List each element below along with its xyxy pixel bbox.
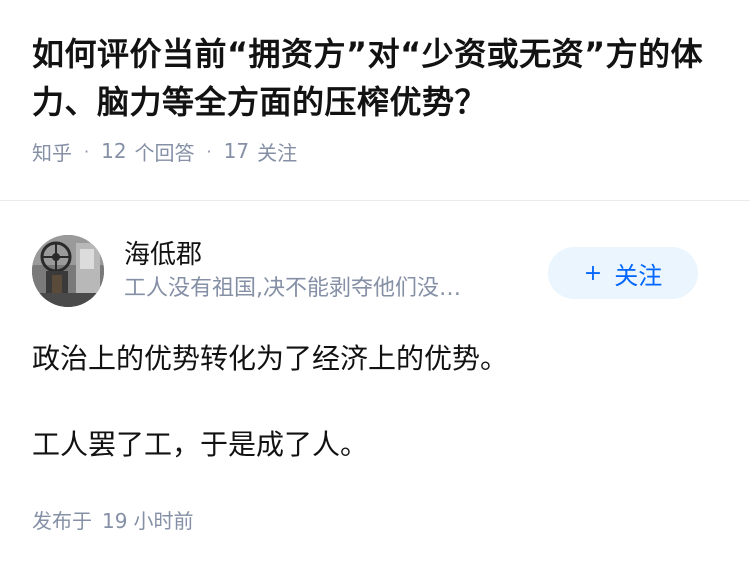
plus-icon: +: [583, 260, 603, 286]
followers-count: 17: [223, 139, 250, 163]
publish-unit: 小时前: [133, 509, 194, 533]
publish-number: 19: [102, 509, 128, 533]
follow-button[interactable]: + 关注: [548, 247, 698, 299]
meta-separator-dot: ·: [206, 141, 212, 161]
answer-paragraph: 工人罢了工，于是成了人。: [32, 428, 369, 461]
followers-label: 关注: [257, 140, 298, 165]
meta-separator-dot: ·: [84, 141, 90, 161]
section-divider: [0, 200, 750, 201]
author-info: 海低郡 工人没有祖国,决不能剥夺他们没…: [124, 237, 524, 305]
answers-label[interactable]: 个回答: [135, 137, 195, 166]
question-title[interactable]: 如何评价当前“拥资方”对“少资或无资”方的体力、脑力等全方面的压榨优势？: [32, 30, 718, 126]
question-header: 如何评价当前“拥资方”对“少资或无资”方的体力、脑力等全方面的压榨优势？ 知乎 …: [0, 0, 750, 170]
publish-time: 发布于 19 小时前: [32, 506, 193, 536]
question-meta: 知乎 · 12 个回答 · 17 关注: [32, 136, 718, 166]
answer-paragraph: 政治上的优势转化为了经济上的优势。: [32, 342, 509, 375]
follow-button-label: 关注: [614, 261, 663, 290]
answer-content[interactable]: 政治上的优势转化为了经济上的优势。 工人罢了工，于是成了人。: [32, 337, 718, 467]
publish-prefix: 发布于: [32, 509, 92, 533]
author-bio: 工人没有祖国,决不能剥夺他们没…: [124, 276, 461, 301]
answers-count: 12: [101, 139, 127, 163]
avatar-photo-icon[interactable]: [32, 235, 104, 307]
answer-card: 海低郡 工人没有祖国,决不能剥夺他们没… + 关注 政治上的优势转化为了经济上的…: [32, 235, 718, 467]
source-label[interactable]: 知乎: [32, 137, 72, 166]
author-row: 海低郡 工人没有祖国,决不能剥夺他们没… + 关注: [32, 235, 718, 307]
author-name[interactable]: 海低郡: [124, 237, 524, 273]
